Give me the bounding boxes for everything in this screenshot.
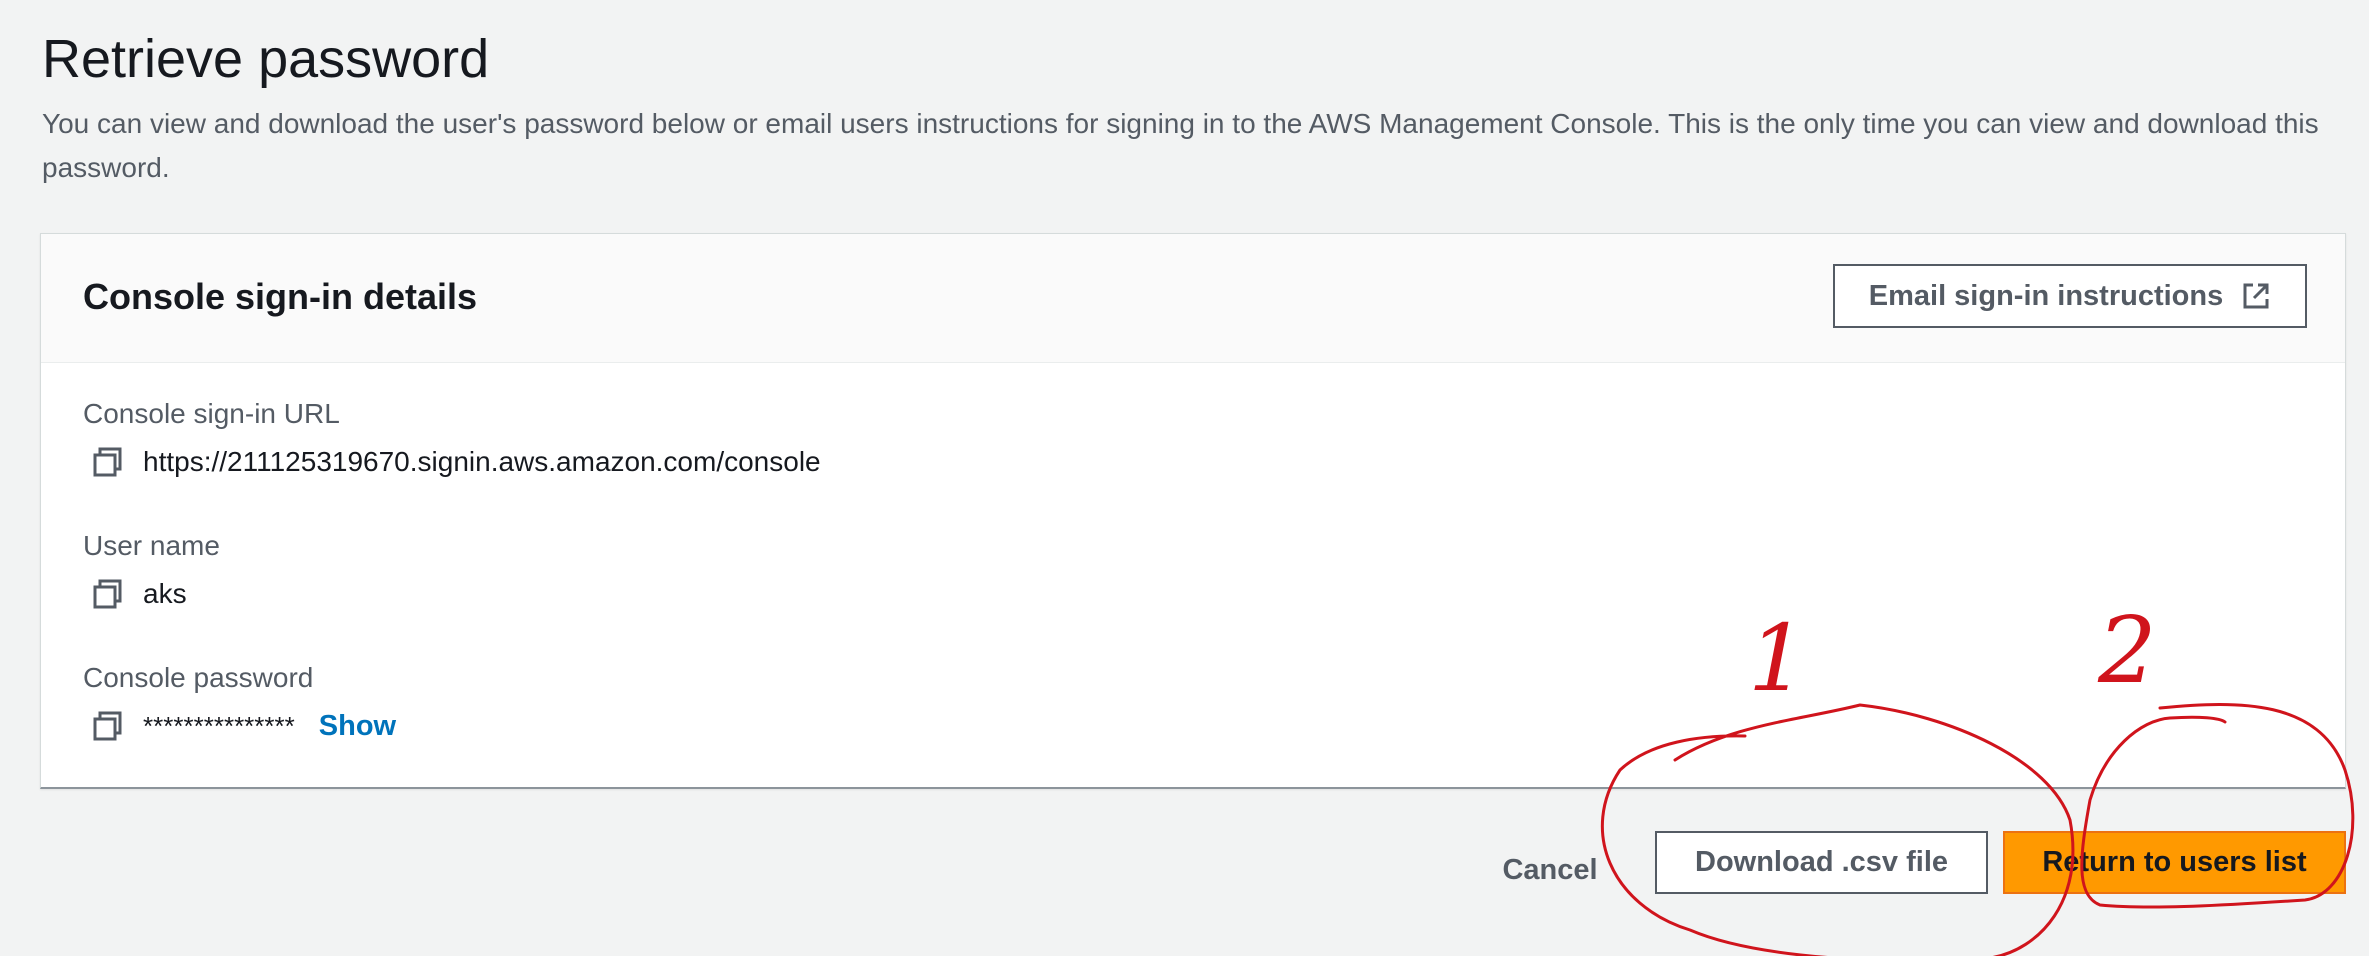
panel-title: Console sign-in details xyxy=(83,276,478,317)
panel-header: Console sign-in details Email sign-in in… xyxy=(41,234,2345,363)
console-signin-panel: Console sign-in details Email sign-in in… xyxy=(40,233,2346,789)
signin-url-label: Console sign-in URL xyxy=(83,398,340,429)
return-to-users-list-button[interactable]: Return to users list xyxy=(2003,831,2346,894)
email-signin-instructions-button[interactable]: Email sign-in instructions xyxy=(1833,264,2307,328)
cancel-button[interactable]: Cancel xyxy=(1480,838,1620,902)
signin-url-row: https://211125319670.signin.aws.amazon.c… xyxy=(89,442,821,482)
page-description: You can view and download the user's pas… xyxy=(42,108,2319,183)
show-password-link[interactable]: Show xyxy=(319,710,396,743)
copy-icon[interactable] xyxy=(89,706,129,746)
username-value: aks xyxy=(143,578,187,609)
password-masked-value: *************** xyxy=(143,710,295,741)
email-button-label: Email sign-in instructions xyxy=(1868,279,2224,312)
password-row: *************** Show xyxy=(89,706,396,746)
password-label: Console password xyxy=(83,662,314,693)
signin-url-value: https://211125319670.signin.aws.amazon.c… xyxy=(143,446,821,477)
username-row: aks xyxy=(89,574,187,614)
download-csv-button[interactable]: Download .csv file xyxy=(1655,831,1988,894)
external-link-icon xyxy=(2243,283,2269,309)
copy-icon[interactable] xyxy=(89,574,129,614)
copy-icon[interactable] xyxy=(89,442,129,482)
page-title: Retrieve password xyxy=(42,29,490,89)
username-label: User name xyxy=(83,530,220,561)
